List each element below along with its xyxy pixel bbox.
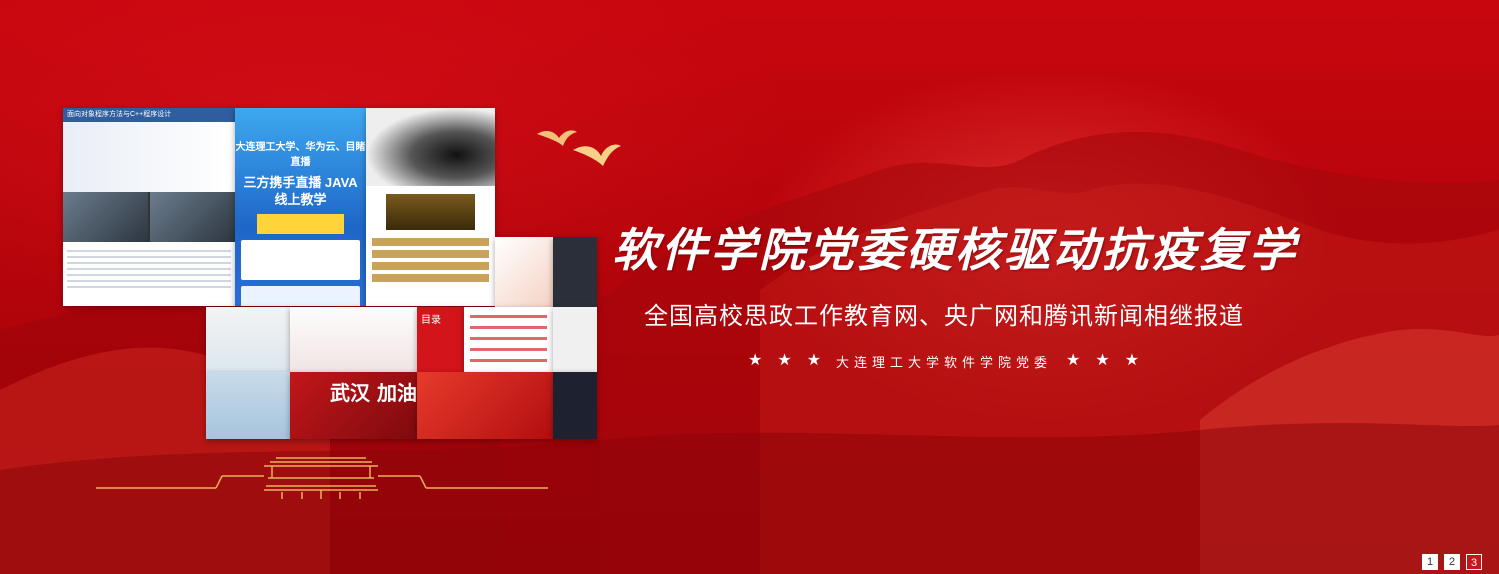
panel-heading: 大连理工大学、华为云、目睹直播 xyxy=(235,142,366,168)
panel-calligraphy: 武汉 加油 xyxy=(330,381,417,405)
collage-panel-online-class: 面向对象程序方法与C++程序设计 xyxy=(63,108,235,306)
collage-panel-screenshot xyxy=(206,307,290,372)
hero-banner[interactable]: 面向对象程序方法与C++程序设计 大连理工大学、华为云、目睹直播 三方携手直播 … xyxy=(0,0,1499,574)
star-icon: ★ xyxy=(1066,352,1081,369)
collage-panel-building xyxy=(290,307,417,372)
collage-panel-chat xyxy=(553,307,597,372)
page-3-button[interactable]: 3 xyxy=(1466,554,1482,570)
collage-panel-java-poster: 大连理工大学、华为云、目睹直播 三方携手直播 JAVA线上教学 xyxy=(235,108,366,306)
panel-label: 目录 xyxy=(421,315,441,326)
star-icon: ★ xyxy=(777,352,792,369)
tiananmen-gate-icon xyxy=(96,457,548,499)
collage-panel-phone-grid xyxy=(553,237,597,307)
star-icon: ★ xyxy=(748,352,763,369)
star-icon: ★ xyxy=(1095,352,1110,369)
collage-panel-dialpad xyxy=(553,372,597,439)
star-icon: ★ xyxy=(806,352,822,369)
collage-panel-list xyxy=(464,307,553,372)
star-icon: ★ xyxy=(1124,352,1140,369)
organization-name: 大连理工大学软件学院党委 xyxy=(836,354,1053,370)
carousel-pagination: 1 2 3 xyxy=(1422,554,1482,570)
collage-panel-contents: 目录 xyxy=(417,307,464,372)
banner-subtitle: 全国高校思政工作教育网、央广网和腾讯新闻相继报道 xyxy=(644,303,1244,330)
collage-panel-ink-poster xyxy=(366,108,495,306)
collage-panel-meeting xyxy=(206,372,290,439)
collage-panel-youth-league xyxy=(417,372,553,439)
doves-icon xyxy=(537,130,621,166)
banner-title: 软件学院党委硬核驱动抗疫复学 xyxy=(612,223,1298,277)
panel-heading: 面向对象程序方法与C++程序设计 xyxy=(63,108,235,122)
collage-panel-slogan xyxy=(495,237,553,307)
page-2-button[interactable]: 2 xyxy=(1444,554,1460,570)
page-1-button[interactable]: 1 xyxy=(1422,554,1438,570)
panel-main-text: 三方携手直播 JAVA线上教学 xyxy=(243,175,358,207)
organization-line: ★ ★ ★ 大连理工大学软件学院党委 ★ ★ ★ xyxy=(748,350,1154,372)
collage-panel-wuhan: 武汉 加油 xyxy=(290,372,417,439)
